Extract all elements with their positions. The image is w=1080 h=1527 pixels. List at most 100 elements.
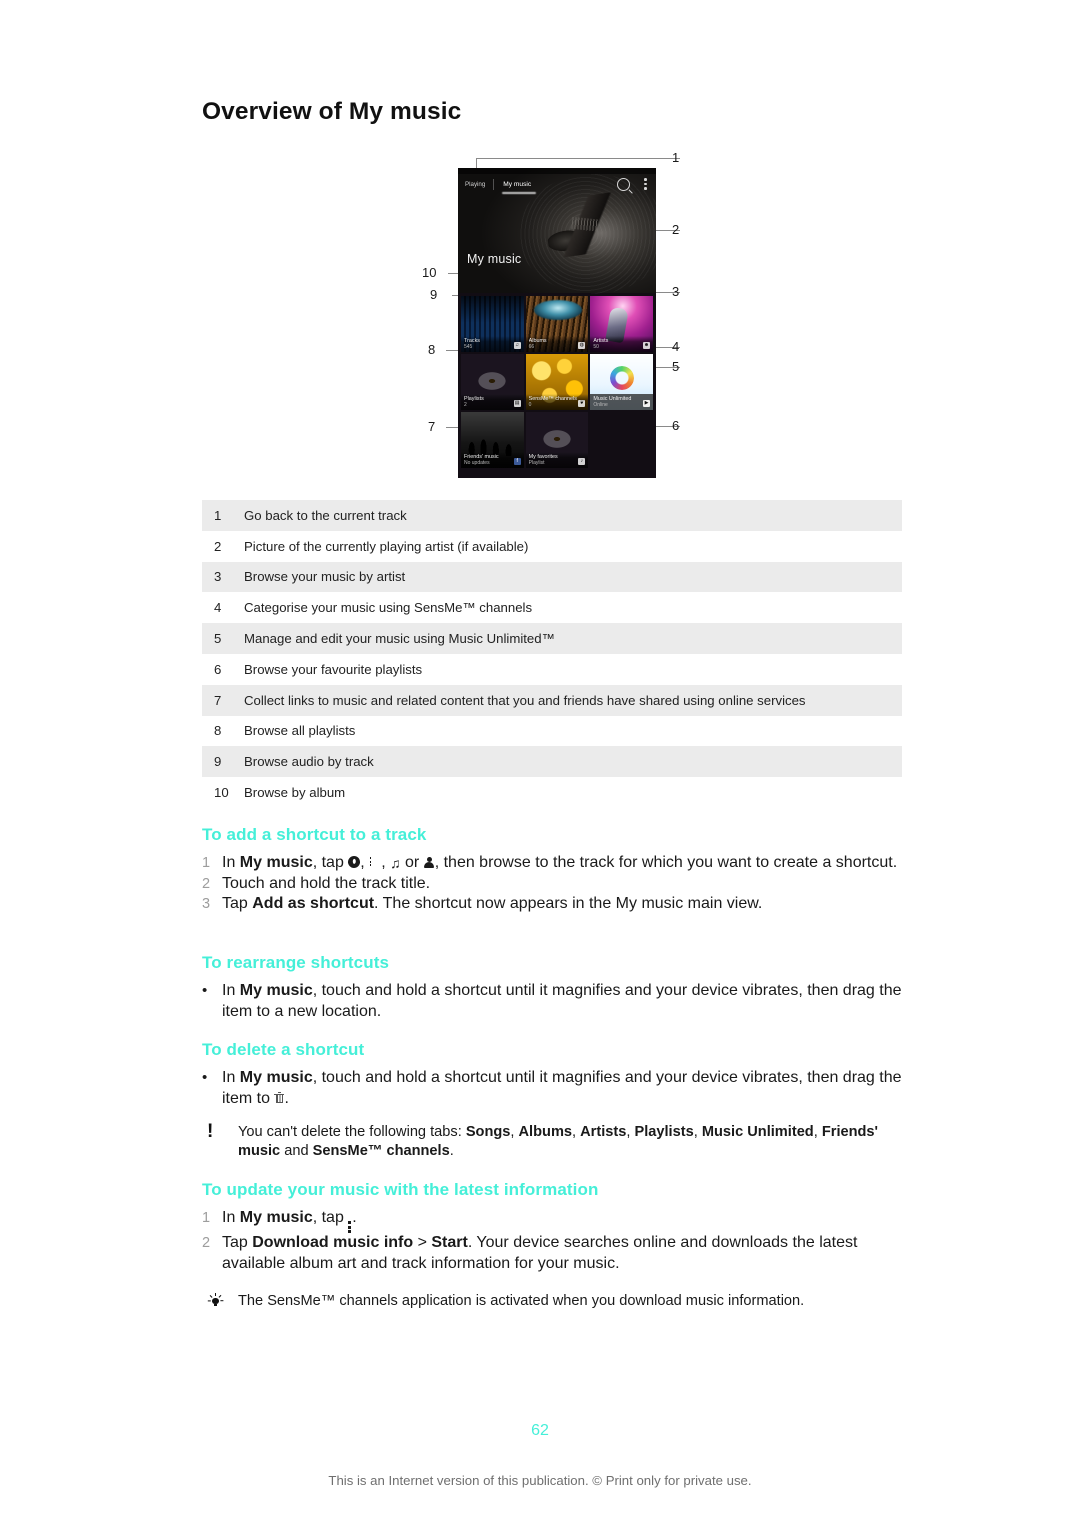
bullet-text-part: In [222, 1069, 240, 1086]
tab-active-underline [502, 191, 537, 194]
tile-albums-count: 66 [528, 344, 535, 350]
callout-number-3: 3 [672, 284, 680, 299]
step-item: 3 Tap Add as shortcut. The shortcut now … [202, 894, 902, 915]
tile-sensme-channels[interactable]: SensMe™ channels 0 ❦ [525, 354, 589, 410]
step-text-part: , tap [312, 854, 349, 871]
overflow-menu-icon[interactable] [644, 178, 647, 190]
leader-line-1 [476, 158, 680, 159]
callout-number-7: 7 [428, 419, 436, 434]
bullet-text-part: In [222, 982, 240, 999]
row-description: Browse your music by artist [244, 569, 406, 585]
tile-playlists[interactable]: Playlists 2 ▤ [461, 354, 524, 410]
row-description: Browse by album [244, 785, 346, 801]
note-part: , [510, 1124, 519, 1140]
my-music-tile-grid: Tracks 545 ♫ Albums 66 ◍ Artists 50 ☻ Pl… [461, 296, 653, 468]
step-text-part: . The shortcut now appears in the My mus… [374, 895, 763, 912]
table-row: 6 Browse your favourite playlists [202, 654, 902, 685]
tile-sensme-count: 0 [528, 402, 532, 408]
sensme-icon: ❦ [578, 400, 586, 407]
bullet-item: • In My music, touch and hold a shortcut… [202, 1068, 902, 1109]
exclamation-icon: ! [207, 1121, 214, 1142]
row-number: 2 [214, 538, 222, 554]
tile-tracks[interactable]: Tracks 545 ♫ [461, 296, 524, 352]
tile-friends-music[interactable]: Friends' music No updates f [461, 412, 524, 468]
tile-my-favorites-type: Playlist [528, 460, 545, 466]
note-part: , [572, 1124, 581, 1140]
facebook-icon: f [513, 458, 521, 465]
bullet-text-part: , touch and hold a shortcut until it mag… [222, 1069, 902, 1107]
guitar-decoration [542, 190, 630, 260]
callout-number-8: 8 [428, 342, 436, 357]
section-update-music: To update your music with the latest inf… [202, 1180, 902, 1314]
step-text: Tap Add as shortcut. The shortcut now ap… [222, 894, 902, 915]
row-number: 3 [214, 569, 222, 585]
page-number: 62 [531, 1422, 549, 1439]
row-description: Categorise your music using SensMe™ chan… [244, 600, 533, 616]
tile-sensme-title: SensMe™ channels [528, 395, 577, 402]
tab-name-artists: Artists [580, 1124, 627, 1140]
favorites-icon: ♪ [578, 458, 586, 465]
step-text: In My music, tap . [222, 1208, 902, 1234]
trash-icon [274, 1091, 285, 1104]
ui-term-my-music: My music [239, 982, 313, 999]
note-part: and [280, 1143, 313, 1159]
row-description: Go back to the current track [244, 507, 407, 523]
tile-tracks-count: 545 [464, 344, 473, 350]
step-number: 1 [202, 1210, 211, 1226]
phone-screenshot: Playing My music My music Tracks 545 ♫ A… [458, 168, 656, 478]
tile-friends-music-status: No updates [464, 460, 490, 466]
my-music-heading: My music [467, 252, 522, 266]
row-description: Collect links to music and related conte… [244, 692, 806, 708]
callout-number-6: 6 [672, 418, 680, 433]
callout-number-9: 9 [430, 287, 438, 302]
step-text: Touch and hold the track title. [222, 874, 431, 892]
table-row: 8 Browse all playlists [202, 716, 902, 747]
tab-name-music-unlimited: Music Unlimited [701, 1124, 814, 1140]
music-unlimited-icon: ▶ [643, 400, 650, 407]
row-number: 10 [214, 785, 229, 801]
tile-artists[interactable]: Artists 50 ☻ [590, 296, 653, 352]
tab-playing[interactable]: Playing [465, 181, 493, 188]
tile-empty-slot [590, 412, 653, 468]
bullet-text: In My music, touch and hold a shortcut u… [222, 1068, 902, 1109]
warning-note: ! You can't delete the following tabs: S… [202, 1121, 902, 1161]
heading-rearrange-shortcuts: To rearrange shortcuts [202, 953, 390, 972]
step-item: 1 In My music, tap , , ♫ or , then brows… [202, 853, 902, 874]
bullet-text-part: , touch and hold a shortcut until it mag… [222, 982, 902, 1020]
app-top-bar: Playing My music [458, 174, 656, 194]
note-part: , [693, 1124, 702, 1140]
document-page: Overview of My music 1 2 3 4 5 6 7 8 9 1… [0, 0, 1080, 1527]
search-icon[interactable] [617, 177, 630, 191]
tile-playlists-count: 2 [464, 402, 467, 408]
table-row: 1 Go back to the current track [202, 500, 902, 531]
table-row: 2 Picture of the currently playing artis… [202, 531, 902, 562]
step-item: 1 In My music, tap . [202, 1208, 902, 1234]
step-text-part: Tap [222, 895, 253, 912]
row-number: 1 [214, 507, 222, 523]
figure-my-music-overview: 1 2 3 4 5 6 7 8 9 10 Playing My music My… [400, 145, 700, 485]
table-row: 10 Browse by album [202, 777, 902, 808]
tab-my-music-label: My music [503, 180, 532, 188]
ui-term-my-music: My music [239, 1209, 313, 1226]
row-description: Browse your favourite playlists [244, 661, 423, 677]
tip-note-text: The SensMe™ channels application is acti… [238, 1293, 805, 1310]
lightbulb-icon [202, 1292, 238, 1314]
footer-copyright: This is an Internet version of this publ… [328, 1473, 752, 1488]
warning-note-text: You can't delete the following tabs: Son… [238, 1123, 902, 1161]
ui-term-my-music: My music [239, 854, 313, 871]
tab-my-music[interactable]: My music [494, 180, 537, 194]
section-rearrange-shortcuts: To rearrange shortcuts • In My music, to… [202, 953, 902, 1022]
tab-name-sensme-channels: SensMe™ channels [312, 1143, 450, 1159]
row-number: 8 [214, 723, 222, 739]
tile-albums[interactable]: Albums 66 ◍ [525, 296, 589, 352]
tile-music-unlimited[interactable]: Music Unlimited Online ▶ [590, 354, 653, 410]
step-text-part: , then browse to the track for which you… [434, 854, 898, 871]
note-part: You can't delete the following tabs: [238, 1124, 466, 1140]
tile-my-favorites[interactable]: My favorites Playlist ♪ [525, 412, 589, 468]
callout-number-10: 10 [422, 265, 437, 280]
bullet-marker: • [202, 1069, 208, 1086]
callout-number-1: 1 [672, 150, 680, 165]
tile-music-unlimited-status: Online [593, 402, 608, 408]
step-text-part: > [413, 1234, 432, 1252]
heading-delete-shortcut: To delete a shortcut [202, 1040, 365, 1059]
